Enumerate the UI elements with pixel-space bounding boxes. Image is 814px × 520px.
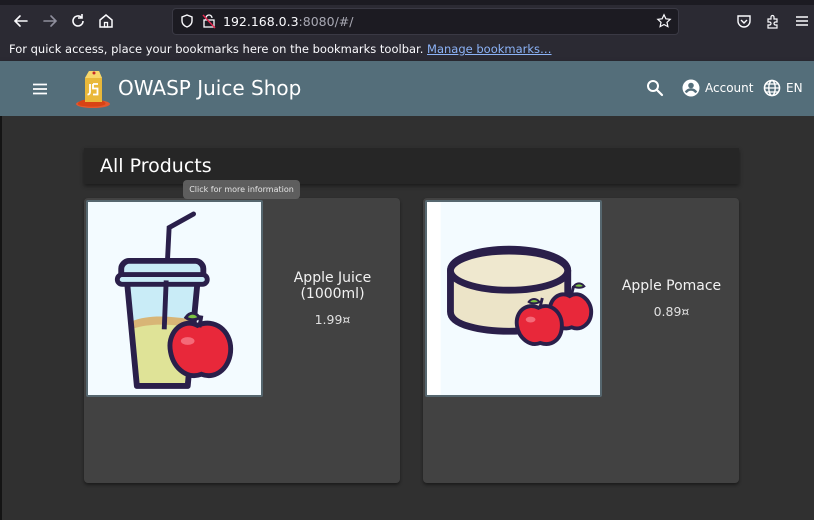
product-image[interactable]	[86, 200, 263, 397]
search-icon[interactable]	[645, 78, 665, 98]
forward-button[interactable]	[40, 11, 60, 31]
reload-icon	[72, 14, 84, 27]
language-button[interactable]: EN	[763, 77, 803, 99]
bookmarks-toolbar: For quick access, place your bookmarks h…	[0, 37, 814, 61]
back-icon	[13, 15, 28, 27]
url-host: 192.168.0.3	[223, 14, 299, 29]
sidenav-menu-button[interactable]	[30, 79, 50, 99]
pocket-icon[interactable]	[736, 13, 752, 29]
product-name: Apple Pomace	[621, 277, 722, 294]
account-label: Account	[705, 81, 754, 95]
product-card[interactable]: Apple Pomace 0.89¤	[423, 198, 739, 483]
apple-pomace-image	[427, 202, 594, 395]
left-edge	[0, 116, 2, 520]
back-button[interactable]	[11, 11, 31, 31]
bookmark-star-icon[interactable]	[656, 13, 672, 29]
url-bar[interactable]: 192.168.0.3:8080/#/	[172, 8, 679, 35]
app-title[interactable]: OWASP Juice Shop	[118, 74, 301, 102]
app-menu-icon[interactable]	[794, 13, 810, 29]
home-icon	[99, 14, 113, 28]
juice-shop-logo[interactable]	[73, 66, 113, 110]
product-image[interactable]	[425, 200, 602, 397]
apple-juice-image	[114, 211, 234, 389]
language-label: EN	[786, 81, 803, 95]
browser-navbar: 192.168.0.3:8080/#/	[0, 5, 814, 37]
product-price: 0.89¤	[653, 303, 690, 319]
extensions-icon[interactable]	[765, 13, 781, 29]
product-info[interactable]: Apple Pomace 0.89¤	[604, 198, 739, 398]
account-circle-icon	[682, 79, 700, 97]
url-path: :8080/#/	[298, 14, 354, 29]
tooltip: Click for more information	[183, 180, 300, 199]
url-text[interactable]: 192.168.0.3:8080/#/	[223, 13, 353, 31]
product-card[interactable]: Apple Juice (1000ml) 1.99¤	[84, 198, 400, 483]
all-products-header: All Products	[84, 148, 739, 184]
home-button[interactable]	[96, 11, 116, 31]
bookmarks-hint: For quick access, place your bookmarks h…	[9, 42, 424, 56]
manage-bookmarks-link[interactable]: Manage bookmarks…	[427, 42, 552, 56]
reload-button[interactable]	[68, 11, 88, 31]
globe-icon	[763, 79, 781, 97]
product-price: 1.99¤	[314, 311, 351, 327]
shield-icon[interactable]	[179, 13, 195, 29]
account-button[interactable]: Account	[682, 77, 753, 99]
insecure-lock-icon[interactable]	[201, 13, 217, 29]
forward-icon	[43, 15, 58, 27]
page-title: All Products	[100, 155, 212, 177]
product-name: Apple Juice (1000ml)	[293, 269, 372, 302]
product-info[interactable]: Apple Juice (1000ml) 1.99¤	[265, 198, 400, 398]
app-toolbar: OWASP Juice Shop Account EN	[0, 61, 814, 116]
